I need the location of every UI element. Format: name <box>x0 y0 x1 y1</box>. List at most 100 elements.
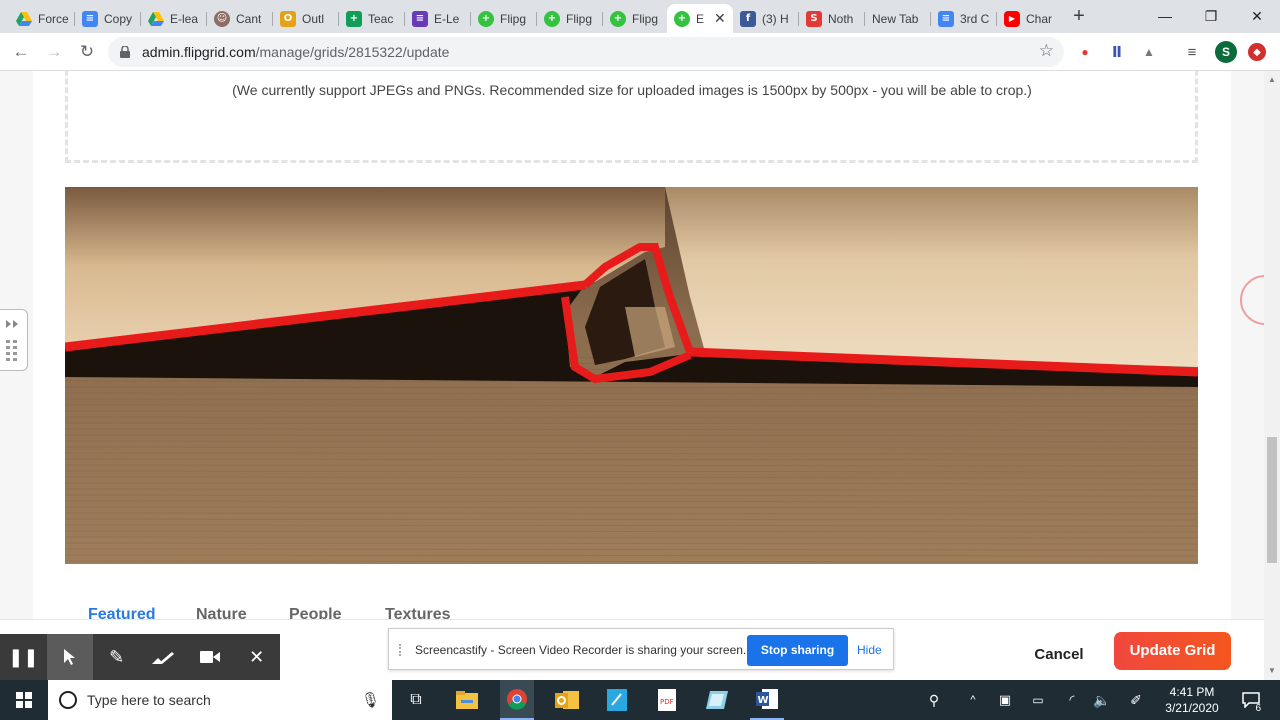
hide-button[interactable]: Hide <box>857 643 882 657</box>
google-drive-icon <box>148 11 164 27</box>
svg-text:PDF: PDF <box>660 698 674 706</box>
screen-record-tray-icon[interactable]: ▣ <box>994 680 1016 720</box>
browser-tab[interactable]: ≡ 3rd C <box>931 4 997 33</box>
tab-label: Teac <box>368 11 394 26</box>
url-domain: admin.flipgrid.com <box>142 44 256 60</box>
scroll-up-arrow-icon[interactable]: ▲ <box>1267 75 1277 85</box>
notepad-taskbar-icon[interactable] <box>602 680 632 720</box>
windows-start-icon[interactable] <box>0 680 48 720</box>
bookmark-star-icon[interactable]: ☆ <box>1039 41 1054 61</box>
cortana-icon <box>59 691 77 709</box>
cursor-tool-icon[interactable] <box>46 634 94 680</box>
browser-tab[interactable]: + Teac <box>339 4 405 33</box>
battery-icon[interactable]: ▭ <box>1026 680 1050 720</box>
pause-icon[interactable]: ❚❚ <box>0 634 47 680</box>
browser-tab[interactable]: + Flipg <box>537 4 603 33</box>
browser-tab[interactable]: + Flipg <box>471 4 537 33</box>
tab-label: Copy <box>104 11 133 26</box>
address-bar[interactable]: admin.flipgrid.com/manage/grids/2815322/… <box>108 37 1064 67</box>
eraser-tool-icon[interactable] <box>140 634 187 680</box>
s-icon: S <box>806 10 822 27</box>
flipgrid-icon: + <box>674 10 690 27</box>
tab-label: Force <box>38 11 69 26</box>
tab-label: E <box>696 11 705 26</box>
tab-label: Char <box>1026 11 1053 26</box>
profile-avatar[interactable]: S <box>1215 41 1237 63</box>
window-close-icon[interactable]: ✕ <box>1234 0 1280 32</box>
browser-tab[interactable]: ▶ Char <box>997 4 1063 33</box>
forward-arrow-icon[interactable]: → <box>42 40 66 64</box>
browser-tab[interactable]: ≡ Copy <box>75 4 141 33</box>
pdf-taskbar-icon[interactable]: PDF <box>652 680 682 720</box>
notebook-taskbar-icon[interactable] <box>702 680 732 720</box>
tab-label: Flipg <box>566 11 593 26</box>
stop-sharing-button[interactable]: Stop sharing <box>747 635 848 666</box>
side-drawer-handle[interactable] <box>0 309 28 371</box>
notification-center-icon[interactable]: 6 <box>1236 680 1266 720</box>
microphone-icon[interactable]: 🎙 <box>361 691 380 709</box>
page-scrollbar[interactable]: ▲ ▼ <box>1264 71 1280 680</box>
youtube-icon: ▶ <box>1004 10 1020 27</box>
browser-tab[interactable]: f (3) H <box>733 4 799 33</box>
flipgrid-icon: + <box>610 10 626 27</box>
lock-icon <box>120 46 130 58</box>
minimize-icon[interactable]: — <box>1142 0 1188 32</box>
scrollbar-thumb[interactable] <box>1267 437 1277 563</box>
tab-label: 3rd C <box>960 11 990 26</box>
google-forms-icon: ≡ <box>412 10 428 27</box>
pen-tool-icon[interactable]: ✎ <box>93 634 140 680</box>
close-tab-icon[interactable]: ✕ <box>714 10 726 27</box>
outlook-taskbar-icon[interactable] <box>552 680 582 720</box>
browser-tab[interactable]: O Outl <box>273 4 339 33</box>
drive-extension-icon[interactable]: ▲ <box>1139 42 1159 62</box>
close-toolbar-icon[interactable]: ✕ <box>233 634 280 680</box>
scroll-down-arrow-icon[interactable]: ▼ <box>1267 666 1277 676</box>
chrome-taskbar-icon[interactable] <box>500 680 534 720</box>
outlook-icon: O <box>280 10 296 27</box>
restore-icon[interactable]: ❐ <box>1188 0 1234 32</box>
browser-tab[interactable]: E-lea <box>141 4 207 33</box>
facebook-icon: f <box>740 10 756 27</box>
extension-badge-icon[interactable]: ◆ <box>1248 43 1266 61</box>
browser-tab[interactable]: ≡ E-Le <box>405 4 471 33</box>
browser-tab[interactable]: New Tab <box>865 4 931 33</box>
reader-extension-icon[interactable]: Ⅱ <box>1107 42 1127 62</box>
tab-label: E-Le <box>434 11 460 26</box>
people-icon[interactable]: ⚲ <box>922 680 946 720</box>
wifi-icon[interactable]: ◜ <box>1060 680 1084 720</box>
screencastify-extension-icon[interactable]: ● <box>1075 42 1095 62</box>
svg-text:W: W <box>758 695 769 706</box>
floating-action-circle[interactable] <box>1240 275 1264 325</box>
browser-tab[interactable]: S Noth <box>799 4 865 33</box>
browser-tab[interactable]: ☺ Cant <box>207 4 273 33</box>
update-grid-button[interactable]: Update Grid <box>1114 632 1231 670</box>
screencastify-toolbar: ❚❚ ✎ ✕ <box>0 634 280 680</box>
cancel-button[interactable]: Cancel <box>1022 642 1096 668</box>
taskbar-search-box[interactable]: Type here to search 🎙 <box>48 680 392 720</box>
url-text: admin.flipgrid.com/manage/grids/2815322/… <box>142 44 449 60</box>
reading-list-icon[interactable]: ≡ <box>1182 42 1202 62</box>
task-view-icon[interactable]: ⧉ <box>400 680 432 720</box>
webcam-icon[interactable] <box>187 634 234 680</box>
back-arrow-icon[interactable]: ← <box>9 40 33 64</box>
volume-icon[interactable]: 🔈 <box>1090 680 1114 720</box>
show-hidden-icons-icon[interactable]: ^ <box>964 680 982 720</box>
google-docs-icon: ≡ <box>938 10 954 27</box>
sharing-message: Screencastify - Screen Video Recorder is… <box>415 643 747 657</box>
tab-label: Outl <box>302 11 325 26</box>
flipgrid-icon: + <box>478 10 494 27</box>
tab-label: Noth <box>828 11 854 26</box>
tab-label: E-lea <box>170 11 199 26</box>
banner-image-preview <box>65 187 1198 564</box>
new-tab-button[interactable]: + <box>1068 6 1090 28</box>
clock-time: 4:41 PM <box>1169 685 1215 699</box>
reload-icon[interactable]: ↻ <box>75 40 99 64</box>
word-taskbar-icon[interactable]: W <box>750 680 784 720</box>
browser-tab[interactable]: + Flipg <box>603 4 669 33</box>
browser-tab[interactable]: Force <box>9 4 75 33</box>
drag-grip-icon[interactable] <box>399 644 405 656</box>
browser-tab-active[interactable]: + E ✕ <box>667 4 733 33</box>
pen-workspace-icon[interactable]: ✐ <box>1124 680 1148 720</box>
taskbar-clock[interactable]: 4:41 PM 3/21/2020 <box>1152 684 1232 716</box>
file-explorer-icon[interactable] <box>452 680 482 720</box>
